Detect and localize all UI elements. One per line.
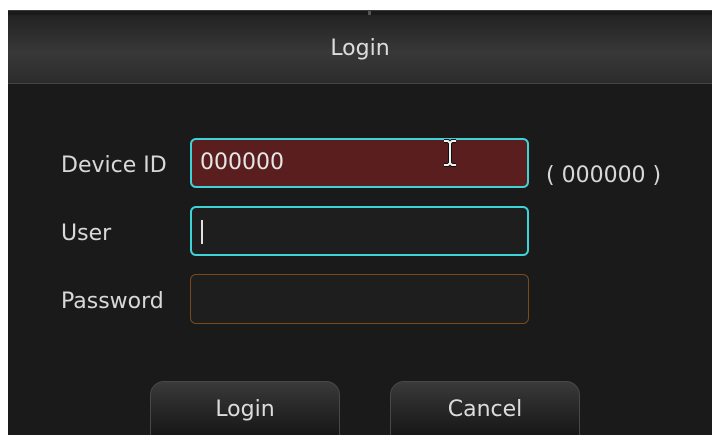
login-dialog: Login Device ID 000000 ( 000000 ) User P… [8, 10, 712, 435]
dialog-title: Login [330, 36, 390, 61]
title-bar: Login [8, 15, 712, 84]
device-id-label: Device ID [61, 153, 167, 178]
password-field[interactable] [190, 274, 529, 324]
device-id-value: 000000 [200, 150, 284, 175]
text-caret [201, 220, 203, 244]
i-beam-cursor-icon [444, 139, 456, 167]
login-button[interactable]: Login [150, 381, 340, 435]
login-button-label: Login [215, 397, 275, 422]
device-id-hint: ( 000000 ) [546, 163, 662, 188]
cancel-button-label: Cancel [447, 397, 523, 422]
user-label: User [61, 221, 112, 246]
user-field[interactable] [190, 206, 529, 256]
device-id-field[interactable]: 000000 [190, 138, 529, 188]
password-label: Password [61, 289, 164, 314]
cancel-button[interactable]: Cancel [390, 381, 580, 435]
